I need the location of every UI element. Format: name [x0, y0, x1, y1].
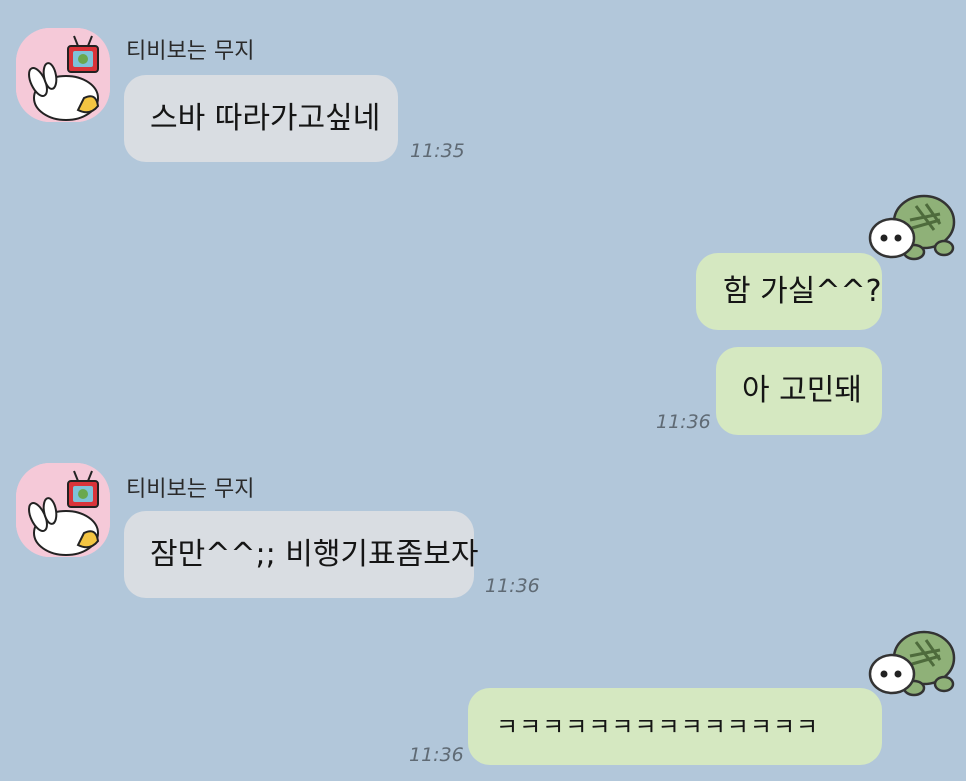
message-bubble[interactable]: 아 고민돼: [716, 347, 882, 435]
turtle-icon: [868, 194, 956, 261]
message-timestamp: 11:36: [656, 411, 711, 433]
message-timestamp: 11:36: [409, 744, 464, 766]
message-timestamp: 11:35: [410, 140, 465, 162]
message-bubble[interactable]: 함 가실^^?: [696, 253, 882, 330]
muzi-avatar-icon: [16, 28, 110, 122]
sender-name: 티비보는 무지: [126, 477, 255, 502]
muzi-avatar-icon: [16, 463, 110, 557]
sender-name: 티비보는 무지: [126, 39, 255, 64]
message-timestamp: 11:36: [485, 575, 540, 597]
message-bubble[interactable]: ㅋㅋㅋㅋㅋㅋㅋㅋㅋㅋㅋㅋㅋㅋ: [468, 688, 882, 765]
friend-avatar[interactable]: [16, 463, 110, 557]
message-bubble[interactable]: 스바 따라가고싶네: [124, 75, 398, 162]
turtle-icon: [868, 630, 956, 697]
message-bubble[interactable]: 잠만^^;; 비행기표좀보자: [124, 511, 478, 598]
friend-avatar[interactable]: [16, 28, 110, 122]
